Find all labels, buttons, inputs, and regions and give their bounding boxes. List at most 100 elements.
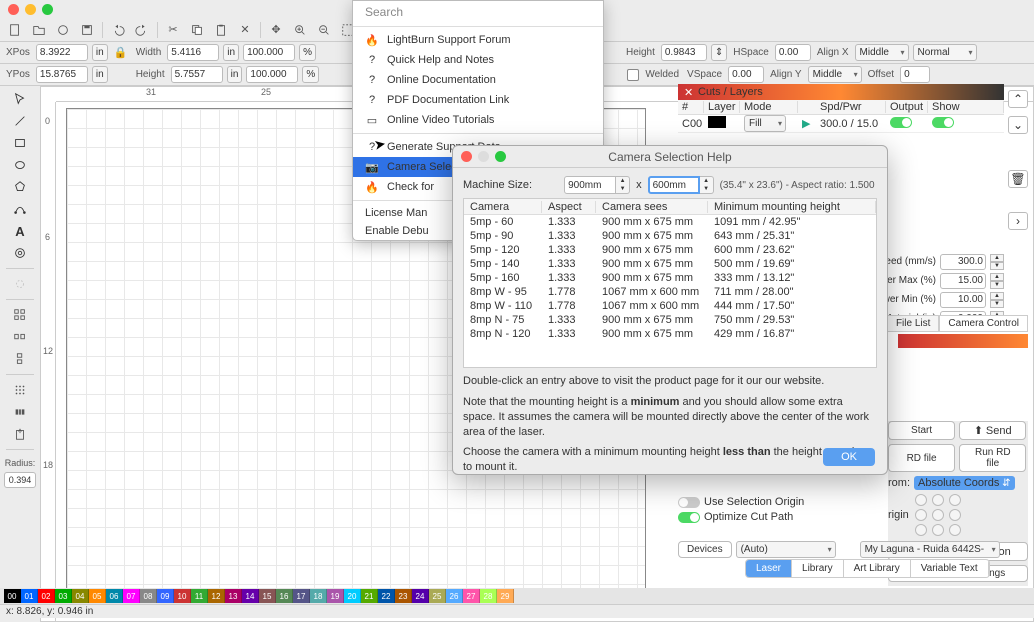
radius-input[interactable] — [4, 472, 36, 488]
export-icon[interactable] — [10, 425, 30, 443]
camera-row[interactable]: 8mp W - 951.7781067 mm x 600 mm711 mm / … — [464, 285, 876, 299]
pmax-stepper[interactable]: ▲▼ — [990, 273, 1004, 289]
font-style-select[interactable]: Normal — [913, 44, 977, 61]
width-unit[interactable]: in — [223, 44, 239, 61]
camera-control-tab[interactable]: Camera Control — [939, 315, 1028, 331]
send-button[interactable]: ⬆ Send — [959, 421, 1026, 440]
pmax-input[interactable] — [940, 273, 986, 289]
speed-input[interactable] — [940, 254, 986, 270]
swatch-01[interactable]: 01 — [21, 589, 38, 603]
menu-search[interactable]: Search — [353, 1, 603, 23]
swatch-05[interactable]: 05 — [89, 589, 106, 603]
import-icon[interactable] — [52, 20, 74, 40]
edit-nodes-icon[interactable] — [10, 200, 30, 218]
swatch-09[interactable]: 09 — [157, 589, 174, 603]
height-unit[interactable]: in — [227, 66, 243, 83]
scale-y-input[interactable] — [246, 66, 298, 83]
swatch-21[interactable]: 21 — [361, 589, 378, 603]
save-icon[interactable] — [76, 20, 98, 40]
mw-stepper[interactable]: ▲▼ — [616, 176, 630, 194]
swatch-10[interactable]: 10 — [174, 589, 191, 603]
swatch-11[interactable]: 11 — [191, 589, 208, 603]
camera-row[interactable]: 8mp N - 751.333900 mm x 675 mm750 mm / 2… — [464, 313, 876, 327]
swatch-28[interactable]: 28 — [480, 589, 497, 603]
filelist-tab[interactable]: File List — [887, 315, 939, 331]
camera-row[interactable]: 5mp - 601.333900 mm x 675 mm1091 mm / 42… — [464, 215, 876, 229]
ypos-unit[interactable]: in — [92, 66, 108, 83]
ypos-input[interactable] — [36, 66, 88, 83]
copy-along-icon[interactable] — [10, 350, 30, 368]
move-up-icon[interactable]: ⌃ — [1008, 90, 1028, 108]
play-icon[interactable]: ▶ — [802, 118, 810, 130]
zoom-window[interactable] — [42, 4, 53, 15]
swatch-12[interactable]: 12 — [208, 589, 225, 603]
menu-item[interactable]: ?Online Documentation — [353, 70, 603, 90]
width-input[interactable] — [167, 44, 219, 61]
swatch-08[interactable]: 08 — [140, 589, 157, 603]
swatch-14[interactable]: 14 — [242, 589, 259, 603]
rectangle-tool-icon[interactable] — [10, 134, 30, 152]
swatch-00[interactable]: 00 — [4, 589, 21, 603]
delete-layer-icon[interactable]: 🗑 — [1008, 170, 1028, 188]
device-select[interactable]: My Laguna - Ruida 6442S- — [860, 541, 1000, 558]
ellipse-tool-icon[interactable] — [10, 156, 30, 174]
output-toggle[interactable] — [890, 117, 912, 128]
swatch-06[interactable]: 06 — [106, 589, 123, 603]
machine-height-input[interactable] — [648, 176, 700, 194]
polygon-tool-icon[interactable] — [10, 178, 30, 196]
show-toggle[interactable] — [932, 117, 954, 128]
swatch-20[interactable]: 20 — [344, 589, 361, 603]
swatch-15[interactable]: 15 — [259, 589, 276, 603]
text-tool-icon[interactable]: A — [10, 222, 30, 240]
line-tool-icon[interactable] — [10, 112, 30, 130]
swatch-27[interactable]: 27 — [463, 589, 480, 603]
cuts-row[interactable]: C00 Fill ▶ 300.0 / 15.0 — [678, 115, 1004, 133]
scale-x-input[interactable] — [243, 44, 295, 61]
devices-button[interactable]: Devices — [678, 541, 732, 558]
copy-icon[interactable] — [186, 20, 208, 40]
open-icon[interactable] — [28, 20, 50, 40]
height-input[interactable] — [171, 66, 223, 83]
lock-icon[interactable]: 🔒 — [112, 44, 130, 62]
pan-icon[interactable]: ✥ — [265, 20, 287, 40]
undo-icon[interactable] — [107, 20, 129, 40]
weld-tool-icon[interactable] — [10, 275, 30, 293]
machine-width-input[interactable] — [564, 176, 616, 194]
move-down-icon[interactable]: ⌄ — [1008, 116, 1028, 134]
swatch-13[interactable]: 13 — [225, 589, 242, 603]
camera-row[interactable]: 8mp N - 1201.333900 mm x 675 mm429 mm / … — [464, 327, 876, 341]
array-grid-icon[interactable] — [10, 306, 30, 324]
vartext-tab[interactable]: Variable Text — [911, 560, 989, 577]
camera-row[interactable]: 5mp - 1401.333900 mm x 675 mm500 mm / 19… — [464, 257, 876, 271]
swatch-07[interactable]: 07 — [123, 589, 140, 603]
start-button[interactable]: Start — [888, 421, 955, 440]
device-port-select[interactable]: (Auto) — [736, 541, 836, 558]
array-circ-icon[interactable] — [10, 328, 30, 346]
welded-checkbox[interactable] — [627, 69, 639, 81]
xpos-unit[interactable]: in — [92, 44, 108, 61]
runrd-button[interactable]: Run RD file — [959, 444, 1026, 472]
library-tab[interactable]: Library — [792, 560, 844, 577]
optimize-toggle[interactable] — [678, 512, 700, 523]
mode-select[interactable]: Fill — [744, 115, 786, 132]
swatch-24[interactable]: 24 — [412, 589, 429, 603]
camera-row[interactable]: 5mp - 1601.333900 mm x 675 mm333 mm / 13… — [464, 271, 876, 285]
menu-item[interactable]: ?Quick Help and Notes — [353, 50, 603, 70]
cut-icon[interactable]: ✂ — [162, 20, 184, 40]
xpos-input[interactable] — [36, 44, 88, 61]
ok-button[interactable]: OK — [823, 448, 875, 466]
height-stepper[interactable]: ⇕ — [711, 44, 727, 61]
menu-item[interactable]: ▭Online Video Tutorials — [353, 110, 603, 130]
cursor-tool-icon[interactable] — [10, 90, 30, 108]
swatch-17[interactable]: 17 — [293, 589, 310, 603]
offset-input[interactable] — [900, 66, 930, 83]
next-icon[interactable]: › — [1008, 212, 1028, 230]
swatch-19[interactable]: 19 — [327, 589, 344, 603]
swatch-16[interactable]: 16 — [276, 589, 293, 603]
grid-snap-icon[interactable] — [10, 381, 30, 399]
right-height-input[interactable] — [661, 44, 707, 61]
camera-row[interactable]: 8mp W - 1101.7781067 mm x 600 mm444 mm /… — [464, 299, 876, 313]
offset-tool-icon[interactable] — [10, 244, 30, 262]
zoom-in-icon[interactable] — [289, 20, 311, 40]
camera-row[interactable]: 5mp - 1201.333900 mm x 675 mm600 mm / 23… — [464, 243, 876, 257]
